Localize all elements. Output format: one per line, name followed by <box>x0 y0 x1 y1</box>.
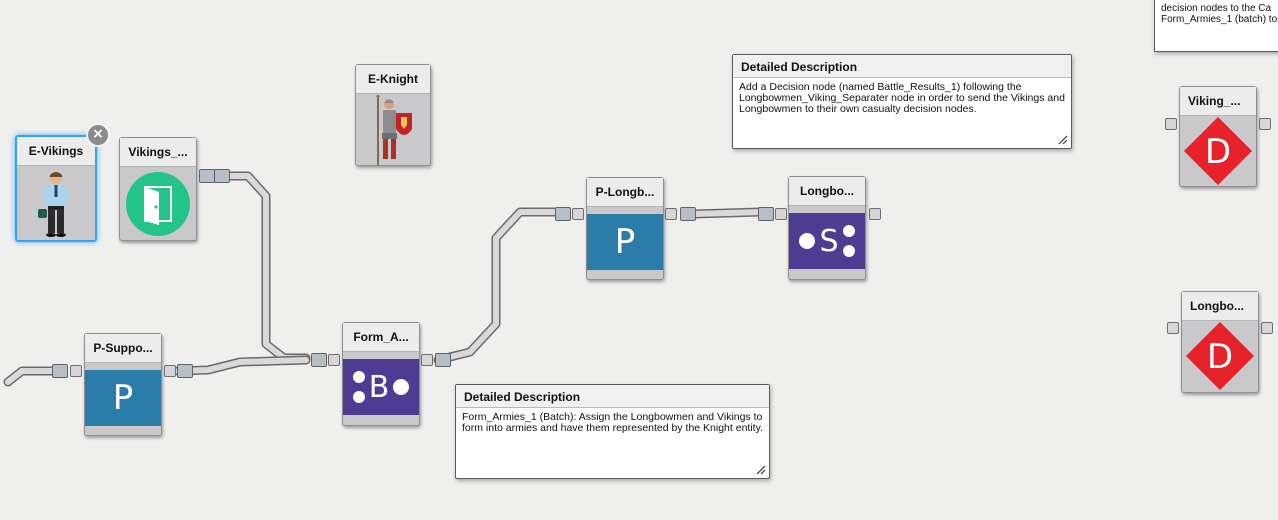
input-port[interactable] <box>70 365 82 377</box>
description-header: Detailed Description <box>456 385 769 408</box>
node-title: Longbo... <box>1182 292 1258 321</box>
input-port[interactable] <box>555 207 571 221</box>
node-title: Viking_... <box>1180 87 1256 116</box>
node-p-longbowmen[interactable]: P-Longb... P <box>586 177 664 280</box>
output-port[interactable] <box>869 208 881 220</box>
input-port[interactable] <box>758 207 774 221</box>
node-viking-decision[interactable]: Viking_... D <box>1179 86 1257 187</box>
svg-text:D: D <box>1207 337 1233 377</box>
input-port[interactable] <box>572 208 584 220</box>
close-icon[interactable]: × <box>86 123 110 147</box>
output-port[interactable] <box>435 353 451 367</box>
input-port[interactable] <box>328 354 340 366</box>
node-e-vikings[interactable]: E-Vikings <box>15 135 97 242</box>
input-port[interactable] <box>1165 118 1177 130</box>
connector-wire <box>209 171 311 363</box>
output-port[interactable] <box>1261 322 1273 334</box>
output-port[interactable] <box>680 207 696 221</box>
batch-letter: B <box>368 369 390 405</box>
decision-icon: D <box>1184 117 1252 185</box>
input-port[interactable] <box>1167 322 1179 334</box>
separate-letter: S <box>819 223 839 259</box>
node-title: Form_A... <box>343 323 419 352</box>
node-title: Vikings_... <box>120 138 196 167</box>
input-port[interactable] <box>311 353 327 367</box>
node-title: P-Longb... <box>587 178 663 207</box>
description-box[interactable]: Detailed Description Add a Decision node… <box>732 54 1072 149</box>
input-port[interactable] <box>775 208 787 220</box>
decision-icon: D <box>1186 322 1254 390</box>
description-box-partial[interactable]: decision nodes to the Ca Form_Armies_1 (… <box>1154 0 1278 52</box>
output-port[interactable] <box>421 354 433 366</box>
resize-handle-icon[interactable] <box>756 465 766 475</box>
node-e-knight[interactable]: E-Knight <box>355 64 431 166</box>
process-icon: P <box>85 370 161 426</box>
node-title: E-Vikings <box>17 137 95 166</box>
description-text-line: decision nodes to the Ca <box>1161 3 1272 14</box>
node-vikings-exit[interactable]: Vikings_... <box>119 137 197 241</box>
node-form-armies[interactable]: Form_A... B <box>342 322 420 426</box>
person-icon <box>17 166 95 242</box>
node-p-support[interactable]: P-Suppo... P <box>84 333 162 436</box>
description-text-line: Form_Armies_1 (batch) to <box>1161 14 1278 25</box>
output-port[interactable] <box>177 364 193 378</box>
description-text[interactable]: Form_Armies_1 (Batch): Assign the Longbo… <box>456 408 769 438</box>
batch-icon: B <box>343 359 419 415</box>
description-header: Detailed Description <box>733 55 1071 78</box>
output-port[interactable] <box>214 169 230 183</box>
node-title: Longbo... <box>789 177 865 206</box>
node-title: E-Knight <box>356 65 430 94</box>
output-port[interactable] <box>1259 118 1271 130</box>
node-longbowmen-decision[interactable]: Longbo... D <box>1181 291 1259 393</box>
description-box[interactable]: Detailed Description Form_Armies_1 (Batc… <box>455 384 770 479</box>
separate-icon: S <box>789 213 865 269</box>
svg-text:D: D <box>1205 132 1231 172</box>
exit-door-icon <box>120 167 196 241</box>
knight-icon <box>356 94 430 166</box>
output-port[interactable] <box>164 365 176 377</box>
output-port[interactable] <box>199 169 215 183</box>
process-canvas[interactable]: E-Vikings × Vikings_... E-Knight P-Suppo… <box>0 0 1278 520</box>
process-icon: P <box>587 214 663 270</box>
description-text[interactable]: Add a Decision node (named Battle_Result… <box>733 78 1071 119</box>
resize-handle-icon[interactable] <box>1058 135 1068 145</box>
input-port[interactable] <box>52 364 68 378</box>
output-port[interactable] <box>665 208 677 220</box>
node-title: P-Suppo... <box>85 334 161 363</box>
node-longbowmen-separator[interactable]: Longbo... S <box>788 176 866 280</box>
